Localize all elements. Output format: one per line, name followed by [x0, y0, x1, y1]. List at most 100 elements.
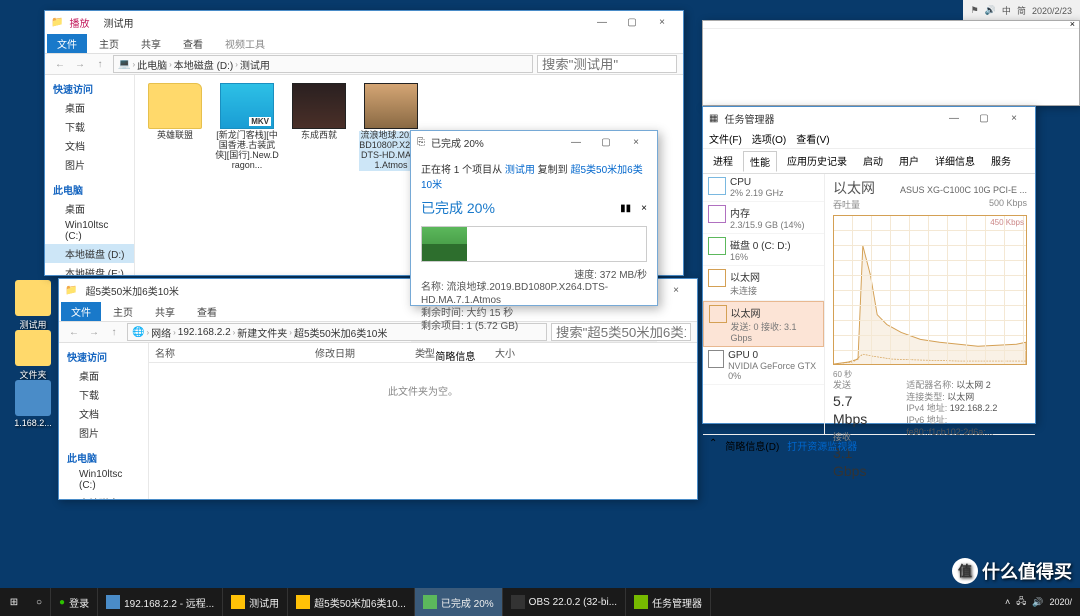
sidebar-item[interactable]: 桌面 [45, 199, 134, 218]
sidebar-item-selected[interactable]: 本地磁盘 (D:) [45, 244, 134, 263]
close-icon[interactable]: × [1070, 19, 1075, 29]
send-rate: 5.7 Mbps [833, 392, 886, 428]
close-button[interactable]: × [621, 132, 651, 152]
tab-users[interactable]: 用户 [893, 151, 925, 171]
copy-from-to: 正在将 1 个项目从 测试用 复制到 超5类50米加6类10米 [421, 161, 647, 191]
sidebar-this-pc[interactable]: 此电脑 [59, 448, 148, 467]
forward-icon[interactable]: → [85, 323, 103, 341]
tab-home[interactable]: 主页 [103, 302, 143, 321]
wechat-icon[interactable]: ●登录 [51, 588, 98, 616]
sidebar-item[interactable]: 图片 [59, 423, 148, 442]
adapter-name: ASUS XG-C100C 10G PCI-E ... [900, 185, 1027, 195]
desktop-icon[interactable]: 文件夹 [6, 330, 60, 381]
tab-share[interactable]: 共享 [131, 34, 171, 53]
tab-view[interactable]: 查看 [187, 302, 227, 321]
col-date[interactable]: 修改日期 [309, 343, 409, 362]
minimize-button[interactable]: — [939, 108, 969, 128]
tab-history[interactable]: 应用历史记录 [781, 151, 853, 171]
sidebar-item[interactable]: 文档 [45, 136, 134, 155]
empty-message: 此文件夹为空。 [149, 363, 697, 418]
cortana-icon[interactable]: ○ [28, 588, 51, 616]
cancel-icon[interactable]: × [641, 203, 647, 214]
system-tray-top: ⚑ 🔊 中 简 2020/2/23 [963, 0, 1080, 22]
pause-icon[interactable]: ▮▮ [620, 203, 631, 214]
tab-share[interactable]: 共享 [145, 302, 185, 321]
taskmgr-icon: ▦ [709, 113, 718, 124]
list-item-ethernet1[interactable]: 以太网未连接 [703, 266, 824, 301]
tab-file[interactable]: 文件 [47, 34, 87, 53]
resource-monitor-link[interactable]: 打开资源监视器 [787, 438, 857, 453]
sidebar-item[interactable]: Win10ltsc (C:) [45, 218, 134, 244]
less-info-link[interactable]: 简略信息(D) [725, 438, 779, 453]
maximize-button[interactable]: ▢ [969, 108, 999, 128]
maximize-button[interactable]: ▢ [617, 12, 647, 32]
list-item-disk[interactable]: 磁盘 0 (C: D:)16% [703, 234, 824, 266]
file-video[interactable]: [新龙门客栈][中国香港.古装武侠][国行].New.Dragon... [215, 83, 279, 171]
sidebar-item[interactable]: 桌面 [59, 366, 148, 385]
menu-file[interactable]: 文件(F) [709, 131, 742, 146]
tab-view[interactable]: 查看 [173, 34, 213, 53]
desktop-icon[interactable]: 测试用 [6, 280, 60, 331]
maximize-button[interactable]: ▢ [591, 132, 621, 152]
taskbar-item[interactable]: 测试用 [223, 588, 288, 616]
tab-home[interactable]: 主页 [89, 34, 129, 53]
file-video[interactable]: 东成西就 [287, 83, 351, 171]
up-icon[interactable]: ↑ [105, 323, 123, 341]
sidebar-item[interactable]: 桌面 [45, 98, 134, 117]
desktop-icon[interactable]: 1.168.2... [6, 380, 60, 428]
tab-performance[interactable]: 性能 [743, 151, 777, 172]
sidebar-item[interactable]: 文档 [59, 404, 148, 423]
forward-icon[interactable]: → [71, 55, 89, 73]
menu-options[interactable]: 选项(O) [752, 131, 786, 146]
col-name[interactable]: 名称 [149, 343, 309, 362]
chevron-up-icon[interactable]: ⌃ [421, 350, 429, 361]
volume-icon[interactable]: 🔊 [1032, 597, 1043, 608]
sidebar-quick-access[interactable]: 快速访问 [45, 79, 134, 98]
file-folder[interactable]: 英雄联盟 [143, 83, 207, 171]
tray-icon[interactable]: ⚑ [971, 5, 979, 16]
tab-processes[interactable]: 进程 [707, 151, 739, 171]
close-button[interactable]: × [661, 280, 691, 300]
taskbar: ⊞ ○ ●登录 192.168.2.2 - 远程... 测试用 超5类50米加6… [0, 588, 1080, 616]
up-icon[interactable]: ↑ [91, 55, 109, 73]
menu-view[interactable]: 查看(V) [796, 131, 829, 146]
list-item-ethernet2[interactable]: 以太网发送: 0 接收: 3.1 Gbps [703, 301, 824, 347]
chevron-up-icon[interactable]: ⌃ [709, 438, 717, 453]
sidebar-this-pc[interactable]: 此电脑 [45, 180, 134, 199]
sidebar-item[interactable]: 下载 [45, 117, 134, 136]
tab-file[interactable]: 文件 [61, 302, 101, 321]
tab-details[interactable]: 详细信息 [929, 151, 981, 171]
sidebar-item[interactable]: 本地磁盘 (D:) [59, 493, 148, 499]
taskbar-item[interactable]: 任务管理器 [626, 588, 711, 616]
minimize-button[interactable]: — [561, 132, 591, 152]
network-icon[interactable]: 🖧 [1016, 594, 1026, 610]
close-button[interactable]: × [647, 12, 677, 32]
tray-icon[interactable]: 🔊 [985, 5, 996, 16]
back-icon[interactable]: ← [51, 55, 69, 73]
tab-services[interactable]: 服务 [985, 151, 1017, 171]
start-button[interactable]: ⊞ [0, 588, 28, 616]
list-item-cpu[interactable]: CPU2% 2.19 GHz [703, 174, 824, 202]
minimize-button[interactable]: — [587, 12, 617, 32]
taskbar-item[interactable]: 192.168.2.2 - 远程... [98, 588, 223, 616]
sidebar-item[interactable]: 下载 [59, 385, 148, 404]
sidebar-item[interactable]: 图片 [45, 155, 134, 174]
taskbar-item[interactable]: OBS 22.0.2 (32-bi... [503, 588, 626, 616]
tray-up-icon[interactable]: ˄ [1005, 597, 1010, 607]
back-icon[interactable]: ← [65, 323, 83, 341]
less-info-link[interactable]: 简略信息 [435, 348, 475, 363]
tab-video-tools[interactable]: 视频工具 [215, 34, 275, 53]
list-item-gpu[interactable]: GPU 0NVIDIA GeForce GTX 0% [703, 347, 824, 385]
copy-progress-label: 已完成 20% [421, 198, 495, 218]
taskbar-item-active[interactable]: 已完成 20% [415, 588, 503, 616]
sidebar-item[interactable]: 本地磁盘 (E:) [45, 263, 134, 275]
tab-startup[interactable]: 启动 [857, 151, 889, 171]
taskbar-item[interactable]: 超5类50米加6类10... [288, 588, 415, 616]
breadcrumb[interactable]: 💻› 此电脑› 本地磁盘 (D:)› 测试用 [113, 55, 533, 73]
search-input[interactable] [537, 55, 677, 73]
watermark: 值什么值得买 [952, 558, 1072, 584]
sidebar-item[interactable]: Win10ltsc (C:) [59, 467, 148, 493]
sidebar-quick-access[interactable]: 快速访问 [59, 347, 148, 366]
list-item-memory[interactable]: 内存2.3/15.9 GB (14%) [703, 202, 824, 234]
close-button[interactable]: × [999, 108, 1029, 128]
